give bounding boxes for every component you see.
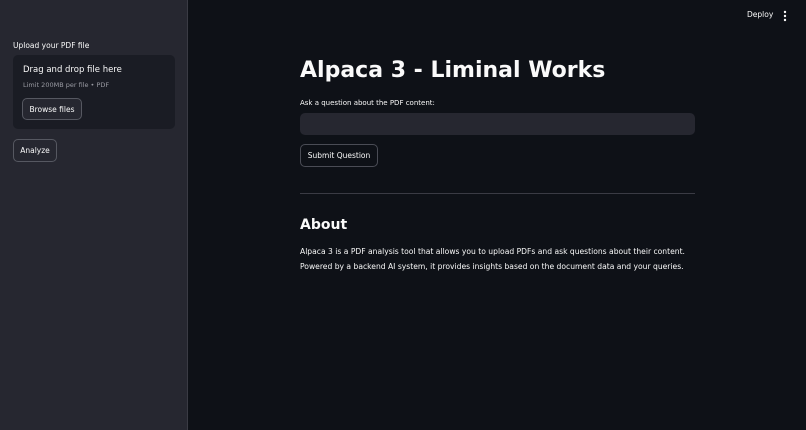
question-label: Ask a question about the PDF content:	[300, 99, 435, 107]
about-line-1: Alpaca 3 is a PDF analysis tool that all…	[300, 247, 685, 256]
more-vertical-icon[interactable]	[780, 8, 790, 22]
page-title: Alpaca 3 - Liminal Works	[300, 58, 606, 83]
question-input[interactable]	[300, 113, 695, 135]
file-dropzone[interactable]: Drag and drop file here Limit 200MB per …	[13, 55, 175, 129]
about-line-2: Powered by a backend AI system, it provi…	[300, 261, 684, 271]
upload-label: Upload your PDF file	[13, 41, 90, 50]
browse-files-button[interactable]: Browse files	[22, 98, 82, 120]
about-text: Alpaca 3 is a PDF analysis tool that all…	[300, 245, 700, 274]
app-root: Upload your PDF file Drag and drop file …	[0, 0, 806, 430]
analyze-button[interactable]: Analyze	[13, 139, 57, 162]
dropzone-title: Drag and drop file here	[23, 65, 122, 75]
deploy-button[interactable]: Deploy	[744, 8, 776, 21]
sidebar: Upload your PDF file Drag and drop file …	[0, 0, 188, 430]
about-heading: About	[300, 217, 348, 233]
submit-question-button[interactable]: Submit Question	[300, 144, 378, 167]
divider	[300, 193, 695, 194]
dropzone-limit: Limit 200MB per file • PDF	[23, 81, 110, 89]
